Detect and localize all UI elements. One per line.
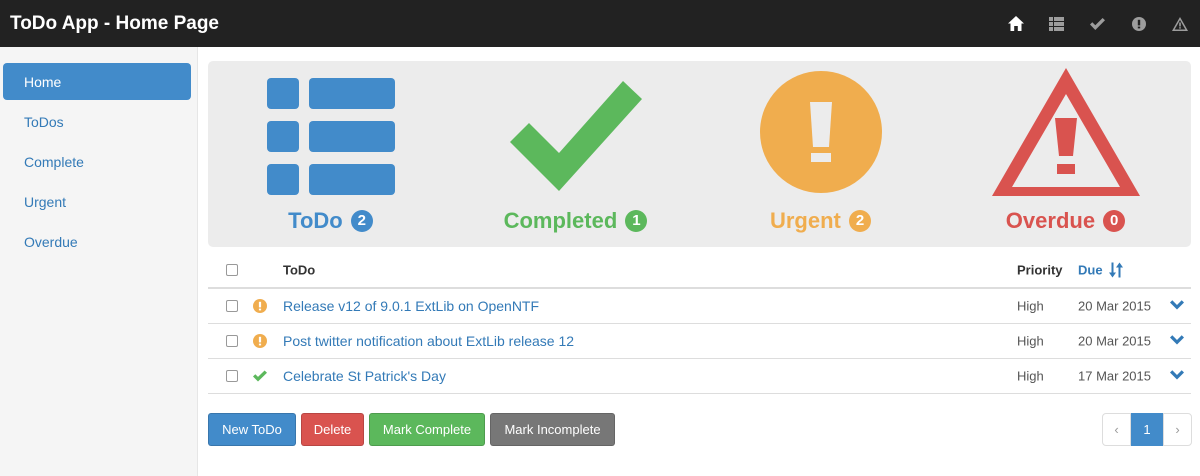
sidebar-item-urgent[interactable]: Urgent	[3, 183, 191, 220]
exclamation-circle-icon[interactable]	[1118, 0, 1159, 47]
pagination-page-1[interactable]: 1	[1131, 413, 1163, 446]
table-row: Celebrate St Patrick's Day High 17 Mar 2…	[208, 359, 1191, 394]
check-icon	[509, 81, 642, 191]
check-icon[interactable]	[1077, 0, 1118, 47]
app-title: ToDo App - Home Page	[10, 12, 219, 34]
urgent-status-icon	[253, 334, 267, 348]
exclamation-circle-icon	[759, 71, 882, 193]
top-navbar: ToDo App - Home Page	[0, 0, 1200, 47]
pagination-prev[interactable]: ‹	[1102, 413, 1131, 446]
header-todo[interactable]: ToDo	[283, 263, 315, 278]
overdue-tile[interactable]: Overdue 0	[943, 61, 1188, 247]
warning-icon	[991, 68, 1140, 196]
delete-button[interactable]: Delete	[301, 413, 364, 446]
todo-count-badge: 2	[350, 210, 373, 232]
table-header: ToDo Priority Due	[208, 253, 1191, 289]
completed-tile-text: Completed	[503, 208, 618, 233]
row-checkbox[interactable]	[226, 370, 238, 382]
mark-complete-button[interactable]: Mark Complete	[369, 413, 485, 446]
pagination-next[interactable]: ›	[1163, 413, 1192, 446]
overdue-tile-label: Overdue 0	[943, 208, 1188, 234]
sidebar-item-todos[interactable]: ToDos	[3, 103, 191, 140]
select-all-checkbox[interactable]	[226, 264, 238, 276]
home-icon[interactable]	[995, 0, 1036, 47]
row-checkbox[interactable]	[226, 335, 238, 347]
completed-tile-label: Completed 1	[453, 208, 698, 234]
list-icon[interactable]	[1036, 0, 1077, 47]
row-due: 20 Mar 2015	[1078, 333, 1151, 349]
row-priority: High	[1017, 368, 1044, 384]
urgent-tile[interactable]: Urgent 2	[698, 61, 943, 247]
sort-icon	[1108, 262, 1123, 278]
todo-link[interactable]: Celebrate St Patrick's Day	[283, 368, 446, 384]
mark-incomplete-button[interactable]: Mark Incomplete	[490, 413, 615, 446]
urgent-tile-text: Urgent	[769, 208, 841, 233]
completed-tile[interactable]: Completed 1	[453, 61, 698, 247]
todo-link[interactable]: Release v12 of 9.0.1 ExtLib on OpenNTF	[283, 298, 539, 314]
header-due-label: Due	[1078, 262, 1103, 278]
completed-count-badge: 1	[625, 210, 648, 232]
table-row: Post twitter notification about ExtLib r…	[208, 324, 1191, 359]
row-priority: High	[1017, 298, 1044, 314]
sidebar: Home ToDos Complete Urgent Overdue	[0, 47, 198, 476]
list-icon	[266, 78, 395, 195]
todo-link[interactable]: Post twitter notification about ExtLib r…	[283, 333, 574, 349]
navbar-icons	[995, 0, 1200, 47]
row-due: 17 Mar 2015	[1078, 368, 1151, 384]
row-todo-cell: Release v12 of 9.0.1 ExtLib on OpenNTF	[283, 298, 539, 314]
row-priority: High	[1017, 333, 1044, 349]
urgent-status-icon	[253, 299, 267, 313]
row-due: 20 Mar 2015	[1078, 298, 1151, 314]
todo-tile-label: ToDo 2	[208, 208, 453, 234]
overdue-count-badge: 0	[1103, 210, 1126, 232]
header-due[interactable]: Due	[1078, 262, 1123, 278]
chevron-down-icon[interactable]	[1170, 300, 1184, 312]
header-priority[interactable]: Priority	[1017, 263, 1063, 278]
pagination: ‹ 1 ›	[1102, 413, 1192, 446]
dashboard-panel: ToDo 2 Completed 1 Urgent 2 Overdue 0	[208, 61, 1191, 247]
new-todo-button[interactable]: New ToDo	[208, 413, 296, 446]
sidebar-item-overdue[interactable]: Overdue	[3, 223, 191, 260]
row-checkbox[interactable]	[226, 300, 238, 312]
sidebar-item-complete[interactable]: Complete	[3, 143, 191, 180]
row-todo-cell: Post twitter notification about ExtLib r…	[283, 333, 574, 349]
table-row: Release v12 of 9.0.1 ExtLib on OpenNTF H…	[208, 289, 1191, 324]
todo-table: ToDo Priority Due Release v12 of 9.0.1 E…	[208, 253, 1191, 394]
todo-tile[interactable]: ToDo 2	[208, 61, 453, 247]
chevron-down-icon[interactable]	[1170, 370, 1184, 382]
warning-icon[interactable]	[1159, 0, 1200, 47]
chevron-down-icon[interactable]	[1170, 335, 1184, 347]
overdue-tile-text: Overdue	[1005, 208, 1096, 233]
urgent-tile-label: Urgent 2	[698, 208, 943, 234]
sidebar-item-home[interactable]: Home	[3, 63, 191, 100]
complete-status-icon	[253, 370, 267, 382]
todo-tile-text: ToDo	[288, 208, 343, 233]
urgent-count-badge: 2	[849, 210, 871, 232]
row-todo-cell: Celebrate St Patrick's Day	[283, 368, 446, 384]
